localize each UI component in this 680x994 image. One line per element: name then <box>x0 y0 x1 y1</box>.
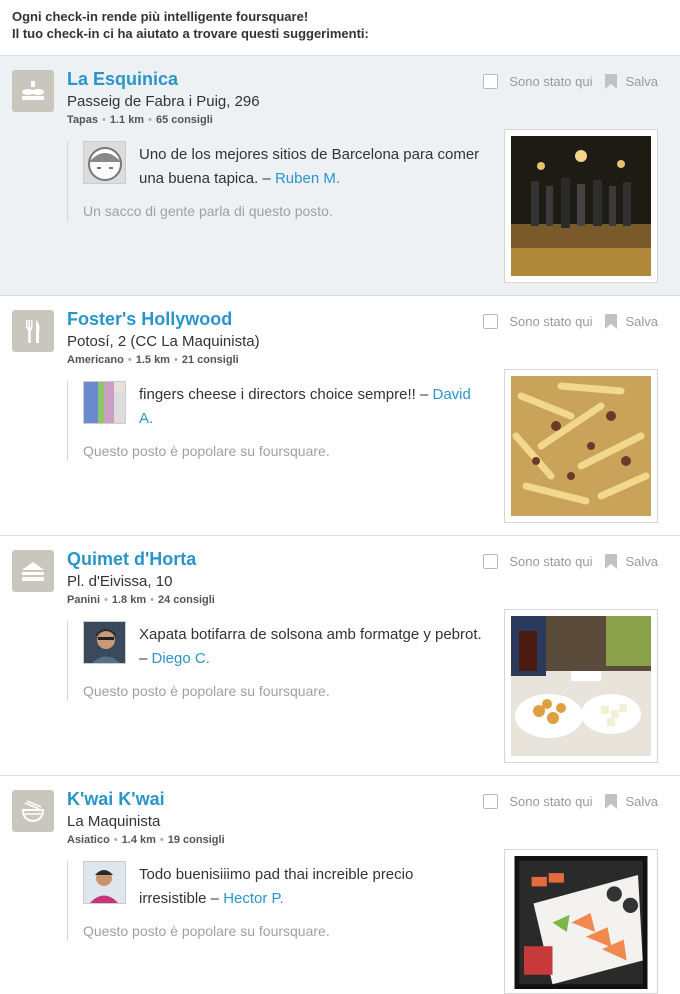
tip-author-link[interactable]: Ruben M. <box>275 170 340 187</box>
header-line-2: Il tuo check-in ci ha aiutato a trovare … <box>12 26 369 41</box>
tip-block: Todo buenisiiimo pad thai increible prec… <box>67 861 487 941</box>
venue-actions: Sono stato qui Salva <box>483 794 658 809</box>
been-here-checkbox[interactable] <box>483 554 499 569</box>
been-here-label[interactable]: Sono stato qui <box>509 554 592 569</box>
avatar[interactable] <box>83 141 126 184</box>
been-here-label[interactable]: Sono stato qui <box>509 794 592 809</box>
venue-tips-count: 19 consigli <box>167 834 225 846</box>
tip-text: Xapata botifarra de solsona amb formatge… <box>139 626 482 667</box>
venue-address: La Maquinista <box>67 813 161 830</box>
header: Ogni check-in rende più intelligente fou… <box>0 0 680 56</box>
been-here-label[interactable]: Sono stato qui <box>509 314 592 329</box>
venue-card: Quimet d'Horta Pl. d'Eivissa, 10 Panini •… <box>0 536 680 776</box>
venue-tips-count: 65 consigli <box>155 114 213 126</box>
venue-note: Un sacco di gente parla di questo posto. <box>83 203 333 219</box>
tip-text: Todo buenisiiimo pad thai increible prec… <box>139 866 414 907</box>
venue-meta: Panini • 1.8 km • 24 consigli <box>67 594 215 606</box>
venue-note: Questo posto è popolare su foursquare. <box>83 443 330 459</box>
venue-address: Potosí, 2 (CC La Maquinista) <box>67 333 260 350</box>
bookmark-icon[interactable] <box>605 554 618 569</box>
venue-note: Questo posto è popolare su foursquare. <box>83 923 330 939</box>
venue-distance: 1.1 km <box>109 114 145 126</box>
venue-actions: Sono stato qui Salva <box>483 74 658 89</box>
venue-note: Questo posto è popolare su foursquare. <box>83 683 330 699</box>
bookmark-icon[interactable] <box>605 74 618 89</box>
bookmark-icon[interactable] <box>605 314 618 329</box>
venue-meta: Americano • 1.5 km • 21 consigli <box>67 354 239 366</box>
venue-meta: Asiatico • 1.4 km • 19 consigli <box>67 834 225 846</box>
bookmark-icon[interactable] <box>605 794 618 809</box>
venue-tips-count: 21 consigli <box>181 354 239 366</box>
save-label[interactable]: Salva <box>625 74 658 89</box>
tip-text: Uno de los mejores sitios de Barcelona p… <box>139 146 480 187</box>
avatar[interactable] <box>83 381 126 424</box>
venue-address: Pl. d'Eivissa, 10 <box>67 573 173 590</box>
venue-card: K'wai K'wai La Maquinista Asiatico • 1.4 k… <box>0 776 680 994</box>
venue-category: Asiatico <box>67 834 110 846</box>
sandwich-icon <box>12 550 54 592</box>
venue-tips-count: 24 consigli <box>157 594 215 606</box>
venue-actions: Sono stato qui Salva <box>483 314 658 329</box>
venue-distance: 1.8 km <box>111 594 147 606</box>
been-here-checkbox[interactable] <box>483 794 499 809</box>
avatar[interactable] <box>83 621 126 664</box>
venue-name[interactable]: Foster's Hollywood <box>67 309 232 330</box>
save-label[interactable]: Salva <box>625 314 658 329</box>
tip-author-link[interactable]: Diego C. <box>152 650 210 667</box>
tip-block: Uno de los mejores sitios de Barcelona p… <box>67 141 487 221</box>
tapas-icon <box>12 70 54 112</box>
venue-name[interactable]: La Esquinica <box>67 69 178 90</box>
venue-actions: Sono stato qui Salva <box>483 554 658 569</box>
tip-author-link[interactable]: Hector P. <box>223 890 284 907</box>
venue-distance: 1.4 km <box>121 834 156 846</box>
tip-block: fingers cheese i directors choice sempre… <box>67 381 487 461</box>
header-line-1: Ogni check-in rende più intelligente fou… <box>12 9 309 24</box>
venue-photo[interactable] <box>504 369 658 523</box>
venue-category: Americano <box>67 354 124 366</box>
venue-photo[interactable] <box>504 129 658 283</box>
avatar[interactable] <box>83 861 126 904</box>
tip-block: Xapata botifarra de solsona amb formatge… <box>67 621 487 701</box>
venue-card: Foster's Hollywood Potosí, 2 (CC La Maqu… <box>0 296 680 536</box>
venue-name[interactable]: K'wai K'wai <box>67 789 165 810</box>
save-label[interactable]: Salva <box>625 554 658 569</box>
venue-category: Panini <box>67 594 101 606</box>
tip-text: fingers cheese i directors choice sempre… <box>139 386 471 427</box>
venue-photo[interactable] <box>504 609 658 763</box>
been-here-checkbox[interactable] <box>483 314 499 329</box>
been-here-checkbox[interactable] <box>483 74 499 89</box>
venue-card: La Esquinica Passeig de Fabra i Puig, 29… <box>0 56 680 296</box>
venue-meta: Tapas • 1.1 km • 65 consigli <box>67 114 213 126</box>
venue-distance: 1.5 km <box>135 354 170 366</box>
venue-category: Tapas <box>67 114 98 126</box>
venue-address: Passeig de Fabra i Puig, 296 <box>67 93 260 110</box>
save-label[interactable]: Salva <box>625 794 658 809</box>
fork-knife-icon <box>12 310 54 352</box>
venue-name[interactable]: Quimet d'Horta <box>67 549 196 570</box>
venue-photo[interactable] <box>504 849 658 994</box>
been-here-label[interactable]: Sono stato qui <box>509 74 592 89</box>
noodle-bowl-icon <box>12 790 54 832</box>
